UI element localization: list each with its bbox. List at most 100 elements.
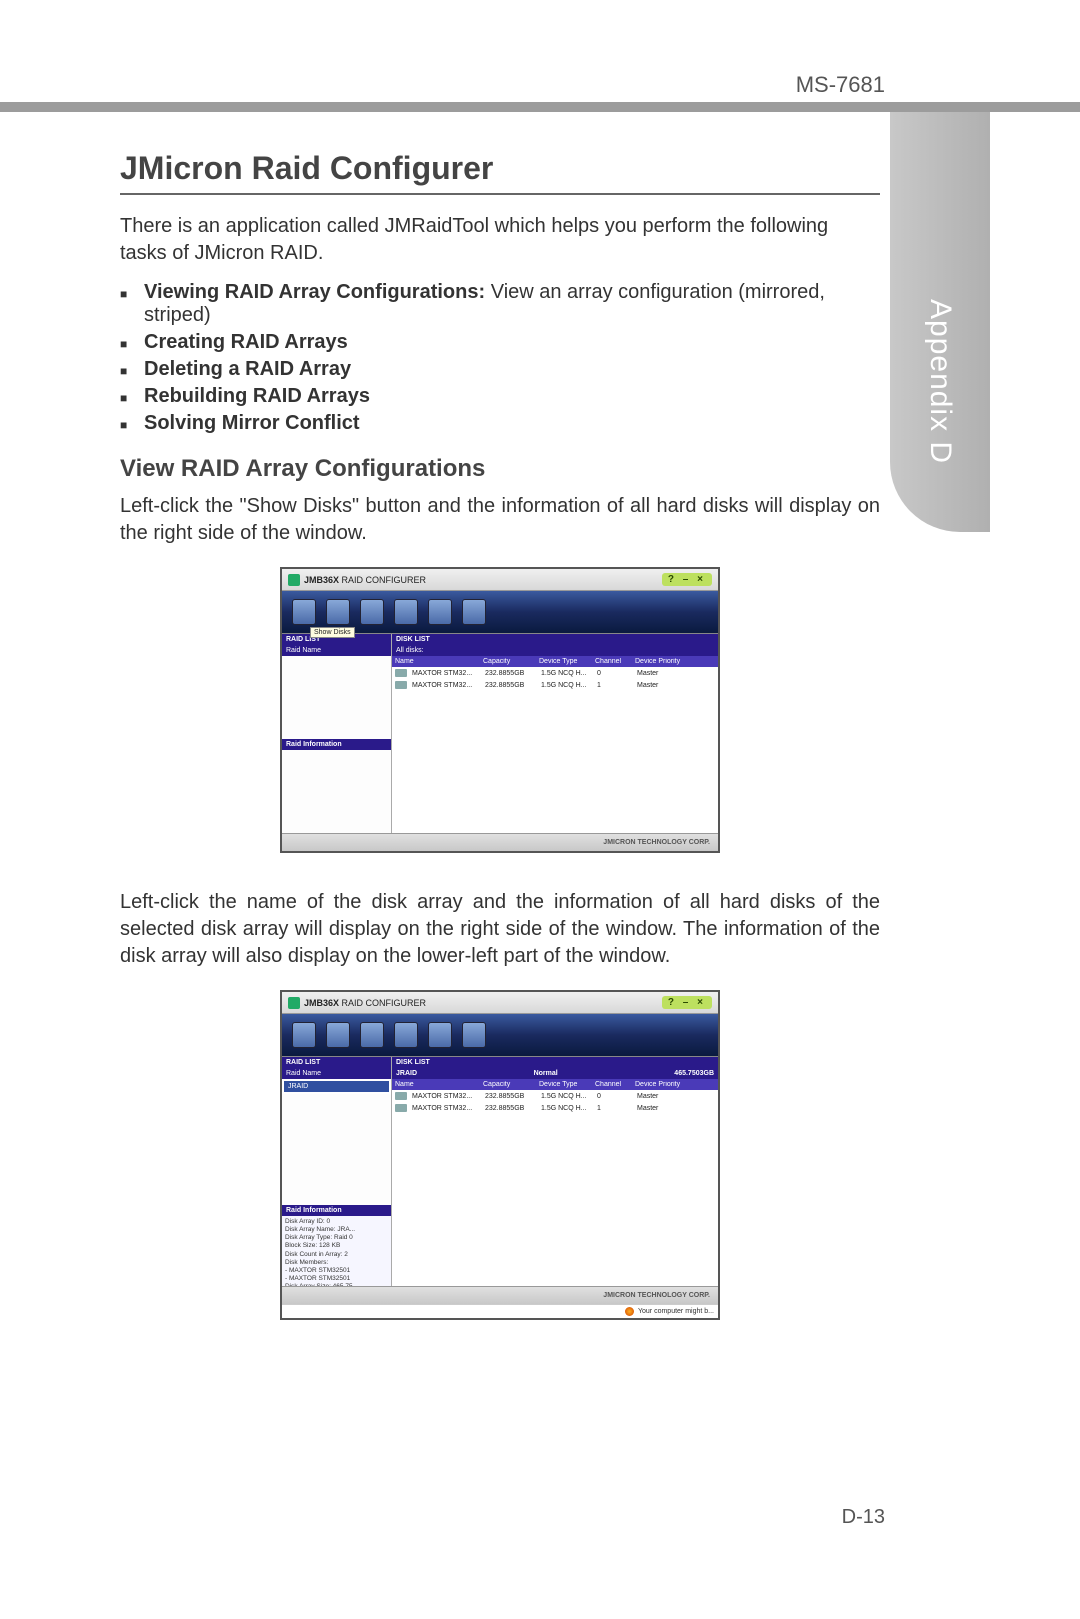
col-capacity: Capacity [480,658,536,665]
raid-info-header: Raid Information [282,1205,391,1216]
feature-item: Creating RAID Arrays [144,331,880,354]
col-device-type: Device Type [536,1081,592,1088]
raid-name-header: Raid Name [282,645,391,656]
page-number: D-13 [842,1506,885,1529]
raid-info-line: - MAXTOR STM32501 [285,1275,388,1283]
header-model-code: MS-7681 [796,72,885,98]
col-channel: Channel [592,658,632,665]
raid-list-header: RAID LIST [282,1057,391,1068]
all-disks-label: All disks: [392,645,718,656]
right-pane: DISK LIST All disks: Name Capacity Devic… [392,634,718,833]
toolbar-button[interactable] [428,599,452,625]
page-title: JMicron Raid Configurer [120,150,880,195]
feature-item: Solving Mirror Conflict [144,412,880,435]
raid-info-line: Disk Count in Array: 2 [285,1251,388,1259]
col-name: Name [392,658,480,665]
side-tab: Appendix D [890,112,990,532]
disk-row[interactable]: MAXTOR STM32... 232.8855GB 1.5G NCQ H...… [392,1102,718,1114]
array-size: 465.7503GB [674,1070,714,1077]
toolbar: Show Disks [282,591,718,633]
toolbar-button[interactable] [394,1022,418,1048]
disk-list-header: DISK LIST [392,1057,718,1068]
raid-name-header: Raid Name [282,1068,391,1079]
toolbar-button[interactable] [462,1022,486,1048]
window-titlebar: JMB36X RAID CONFIGURER ? – × [282,569,718,591]
disk-icon [395,1104,407,1112]
disk-icon [395,1092,407,1100]
show-disks-button[interactable] [292,599,316,625]
left-pane: RAID LIST Raid Name JRAID Raid Informati… [282,1057,392,1286]
toolbar-button[interactable] [360,599,384,625]
raid-configurer-window: JMB36X RAID CONFIGURER ? – × RAID LIST R… [280,990,720,1320]
app-logo-icon [288,574,300,586]
window-footer: JMICRON TECHNOLOGY CORP. [282,1286,718,1304]
raid-info-line: Block Size: 128 KB [285,1242,388,1250]
col-capacity: Capacity [480,1081,536,1088]
disk-icon [395,681,407,689]
raid-info-line: - MAXTOR STM32501 [285,1267,388,1275]
paragraph: Left-click the "Show Disks" button and t… [120,493,880,547]
window-titlebar: JMB36X RAID CONFIGURER ? – × [282,992,718,1014]
show-disks-button[interactable] [292,1022,316,1048]
raid-info-line: Disk Array ID: 0 [285,1218,388,1226]
disk-row[interactable]: MAXTOR STM32... 232.8855GB 1.5G NCQ H...… [392,667,718,679]
raid-info-header: Raid Information [282,739,391,750]
section-heading: View RAID Array Configurations [120,455,880,483]
window-footer: JMICRON TECHNOLOGY CORP. [282,833,718,851]
toolbar-button[interactable] [326,1022,350,1048]
window-title: JMB36X RAID CONFIGURER [304,998,426,1008]
col-priority: Device Priority [632,1081,688,1088]
window-body: RAID LIST Raid Name Raid Information DIS… [282,633,718,833]
feature-bold: Viewing RAID Array Configurations: [144,281,485,303]
warning-icon [625,1307,634,1316]
raid-info-line: Disk Array Name: JRA... [285,1226,388,1234]
col-channel: Channel [592,1081,632,1088]
disk-icon [395,669,407,677]
array-status: Normal [534,1070,558,1077]
page-content: JMicron Raid Configurer There is an appl… [120,150,880,1356]
side-tab-label: Appendix D [923,299,957,464]
raid-array-item[interactable]: JRAID [284,1081,389,1092]
col-priority: Device Priority [632,658,688,665]
warning-text: Your computer might b... [638,1308,714,1315]
feature-bold: Deleting a RAID Array [144,358,351,380]
toolbar-button[interactable] [394,599,418,625]
system-tray-warning: Your computer might b... [282,1304,718,1318]
disk-columns-header: Name Capacity Device Type Channel Device… [392,656,718,667]
window-controls[interactable]: ? – × [662,573,712,586]
tooltip: Show Disks [310,627,355,638]
disk-row[interactable]: MAXTOR STM32... 232.8855GB 1.5G NCQ H...… [392,1090,718,1102]
toolbar [282,1014,718,1056]
feature-item: Rebuilding RAID Arrays [144,385,880,408]
raid-info-line: Disk Array Type: Raid 0 [285,1234,388,1242]
window-body: RAID LIST Raid Name JRAID Raid Informati… [282,1056,718,1286]
raid-info-line: Disk Array Size: 465.75... [285,1283,388,1286]
feature-item: Viewing RAID Array Configurations: View … [144,281,880,327]
toolbar-button[interactable] [360,1022,384,1048]
paragraph: Left-click the name of the disk array an… [120,889,880,970]
intro-paragraph: There is an application called JMRaidToo… [120,213,880,267]
toolbar-button[interactable] [428,1022,452,1048]
app-logo-icon [288,997,300,1009]
feature-bold: Rebuilding RAID Arrays [144,385,370,407]
window-controls[interactable]: ? – × [662,996,712,1009]
right-pane: DISK LIST JRAID Normal 465.7503GB Name C… [392,1057,718,1286]
col-name: Name [392,1081,480,1088]
feature-item: Deleting a RAID Array [144,358,880,381]
toolbar-button[interactable] [326,599,350,625]
feature-list: Viewing RAID Array Configurations: View … [120,281,880,435]
col-device-type: Device Type [536,658,592,665]
raid-info-line: Disk Members: [285,1259,388,1267]
page-top-bar [0,102,1080,112]
raid-info-panel: Disk Array ID: 0 Disk Array Name: JRA...… [282,1216,391,1286]
left-pane: RAID LIST Raid Name Raid Information [282,634,392,833]
disk-list-header: DISK LIST [392,634,718,645]
disk-columns-header: Name Capacity Device Type Channel Device… [392,1079,718,1090]
disk-row[interactable]: MAXTOR STM32... 232.8855GB 1.5G NCQ H...… [392,679,718,691]
window-title: JMB36X RAID CONFIGURER [304,575,426,585]
disk-array-status-row: JRAID Normal 465.7503GB [392,1068,718,1079]
toolbar-button[interactable] [462,599,486,625]
array-name: JRAID [396,1070,417,1077]
feature-bold: Solving Mirror Conflict [144,412,360,434]
raid-configurer-window: JMB36X RAID CONFIGURER ? – × Show Disks … [280,567,720,853]
